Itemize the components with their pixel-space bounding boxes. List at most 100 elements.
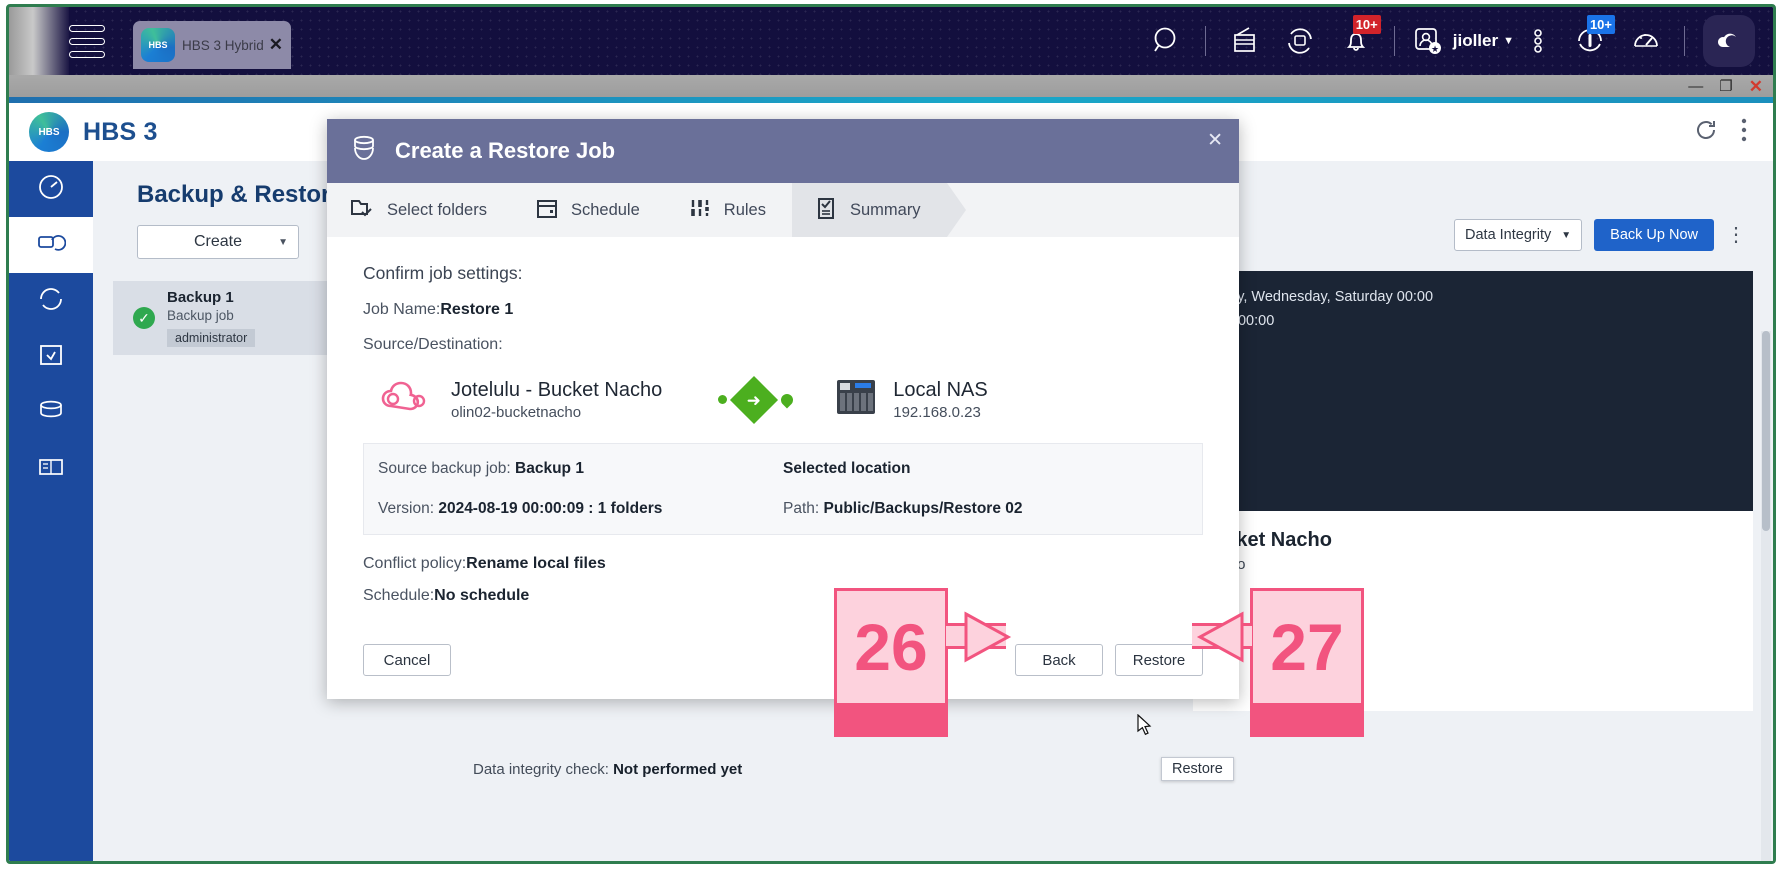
source-text: Jotelulu - Bucket Nacho olin02-bucketnac… xyxy=(451,379,662,421)
path-value: Public/Backups/Restore 02 xyxy=(823,500,1023,517)
annotation-27-number: 27 xyxy=(1250,588,1364,706)
destination-name: Local NAS xyxy=(893,378,988,401)
calendar-icon xyxy=(535,196,559,225)
summary-info-box: Source backup job: Backup 1 Version: 202… xyxy=(363,443,1203,535)
dialog-close-icon[interactable]: ✕ xyxy=(1207,129,1223,152)
selected-location-label: Selected location xyxy=(783,460,911,477)
wizard-step-summary[interactable]: Summary xyxy=(773,183,966,237)
notification-bell-icon[interactable]: 10+ xyxy=(1328,7,1384,75)
path-row: Path: Public/Backups/Restore 02 xyxy=(783,500,1188,518)
selected-location-row: Selected location xyxy=(783,460,1188,478)
source-block: Jotelulu - Bucket Nacho olin02-bucketnac… xyxy=(379,376,662,423)
maximize-button[interactable]: ❐ xyxy=(1719,79,1732,94)
destination-ip: 192.168.0.23 xyxy=(893,403,981,421)
location-pin-icon xyxy=(778,391,796,408)
notification-badge: 10+ xyxy=(1352,15,1381,34)
hbs-app-icon: HBS xyxy=(141,28,175,62)
back-button[interactable]: Back xyxy=(1015,644,1103,676)
summary-tail: Conflict policy:Rename local files Sched… xyxy=(363,555,1203,605)
annotation-26-number: 26 xyxy=(834,588,948,706)
source-name: Jotelulu - Bucket Nacho xyxy=(451,378,663,401)
source-status-dot-icon xyxy=(718,395,728,404)
app-tab-hbs3[interactable]: HBS HBS 3 Hybrid ... ✕ xyxy=(133,21,291,69)
restore-job-icon xyxy=(347,132,381,171)
nas-device-icon xyxy=(835,377,877,422)
checklist-icon xyxy=(814,196,838,225)
transfer-arrow-icon: ➜ xyxy=(730,375,779,424)
mycloudnas-icon[interactable] xyxy=(1703,15,1755,67)
folder-select-icon xyxy=(349,195,375,226)
summary-left-col: Source backup job: Backup 1 Version: 202… xyxy=(378,460,783,518)
divider xyxy=(1204,26,1206,56)
back-button-label: Back xyxy=(1042,651,1076,669)
source-backup-job-label: Source backup job: xyxy=(378,460,511,477)
close-button[interactable]: ✕ xyxy=(1749,78,1763,95)
topbar-gradient xyxy=(9,7,69,75)
job-name-label: Job Name: xyxy=(363,301,441,318)
wizard-step-label: Schedule xyxy=(570,200,640,219)
job-name-row: Job Name:Restore 1 xyxy=(363,301,1203,319)
wizard-step-label: Select folders xyxy=(387,200,487,219)
source-sub: olin02-bucketnacho xyxy=(451,403,582,421)
screenshot-root: HBS HBS 3 Hybrid ... ✕ 10+ xyxy=(0,0,1781,871)
cloud-storage-icon xyxy=(379,376,435,423)
minimize-button[interactable]: — xyxy=(1688,79,1703,94)
wizard-step-schedule[interactable]: Schedule xyxy=(513,183,666,237)
app-tab-label: HBS 3 Hybrid ... xyxy=(182,37,266,53)
schedule-label: Schedule: xyxy=(363,587,435,604)
destination-text: Local NAS 192.168.0.23 xyxy=(893,379,988,421)
qts-top-bar: HBS HBS 3 Hybrid ... ✕ 10+ xyxy=(9,7,1773,75)
transfer-indicator: ➜ xyxy=(718,375,796,424)
source-backup-job-value: Backup 1 xyxy=(515,460,584,477)
background-tasks-icon[interactable]: 10+ xyxy=(1562,7,1618,75)
annotation-26-underline xyxy=(834,706,948,737)
more-options-icon[interactable] xyxy=(1514,7,1562,75)
user-avatar-icon[interactable]: ★ xyxy=(1405,7,1449,75)
restore-tooltip: Restore xyxy=(1161,757,1234,781)
footer-right-buttons: Back Restore xyxy=(1015,644,1203,676)
destination-block: Local NAS 192.168.0.23 xyxy=(835,377,988,422)
create-restore-job-dialog: Create a Restore Job ✕ Select folders Sc… xyxy=(327,119,1239,699)
annotation-27-arrow-icon xyxy=(1196,611,1244,663)
resource-monitor-icon[interactable] xyxy=(1618,7,1674,75)
mouse-cursor xyxy=(1137,713,1152,736)
conflict-policy-row: Conflict policy:Rename local files xyxy=(363,555,1203,573)
job-name-value: Restore 1 xyxy=(440,301,514,318)
source-destination-row: Jotelulu - Bucket Nacho olin02-bucketnac… xyxy=(363,375,1203,424)
dialog-body: Confirm job settings: Job Name:Restore 1… xyxy=(327,237,1239,621)
window-chrome-bar: — ❐ ✕ xyxy=(9,75,1773,97)
user-name-label[interactable]: jioller xyxy=(1453,31,1498,51)
hbs-app-window: HBS HBS 3 Backup & Restore Create ▼ Data… xyxy=(9,97,1773,861)
dialog-title: Create a Restore Job xyxy=(395,138,616,163)
path-label: Path: xyxy=(783,500,820,517)
file-station-icon[interactable] xyxy=(1216,7,1272,75)
source-destination-heading: Source/Destination: xyxy=(363,336,503,353)
dialog-footer: Cancel Back Restore xyxy=(327,621,1239,699)
version-label: Version: xyxy=(378,500,435,517)
cancel-button[interactable]: Cancel xyxy=(363,644,451,676)
wizard-step-label: Rules xyxy=(723,200,766,219)
sliders-icon xyxy=(688,196,712,225)
svg-text:★: ★ xyxy=(1431,44,1439,54)
hamburger-menu-icon[interactable] xyxy=(69,25,105,59)
wizard-step-label: Summary xyxy=(849,200,921,219)
cancel-button-label: Cancel xyxy=(383,651,431,669)
version-value: 2024-08-19 00:00:09 : 1 folders xyxy=(438,500,663,517)
annotation-26-arrow-icon xyxy=(964,611,1012,663)
tasks-badge: 10+ xyxy=(1586,15,1615,34)
wizard-step-select-folders[interactable]: Select folders xyxy=(327,183,513,237)
window-controls: — ❐ ✕ xyxy=(1688,75,1763,97)
schedule-value: No schedule xyxy=(434,587,530,604)
conflict-policy-value: Rename local files xyxy=(466,555,606,572)
summary-right-col: Selected location Path: Public/Backups/R… xyxy=(783,460,1188,518)
search-icon[interactable] xyxy=(1139,7,1195,75)
modal-overlay: Create a Restore Job ✕ Select folders Sc… xyxy=(9,97,1773,861)
user-menu-caret-icon[interactable]: ▼ xyxy=(1503,35,1514,47)
wizard-steps: Select folders Schedule Rules Summary xyxy=(327,183,1239,237)
app-tab-close-icon[interactable]: ✕ xyxy=(266,35,283,55)
conflict-policy-label: Conflict policy: xyxy=(363,555,467,572)
source-backup-job-row: Source backup job: Backup 1 xyxy=(378,460,783,478)
backup-sync-icon[interactable] xyxy=(1272,7,1328,75)
annotation-27-underline xyxy=(1250,706,1364,737)
confirm-settings-heading: Confirm job settings: xyxy=(363,263,523,283)
